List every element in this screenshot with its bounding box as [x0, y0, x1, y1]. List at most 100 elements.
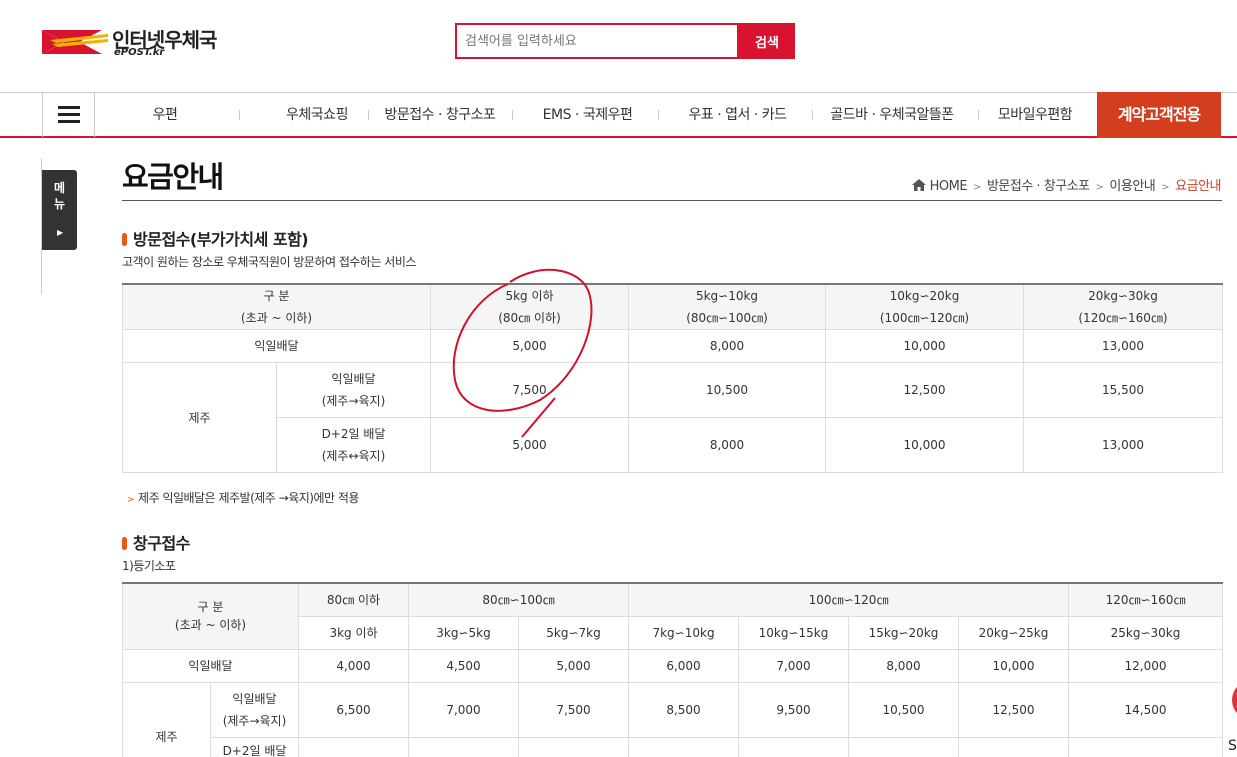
title-divider — [122, 200, 1222, 201]
nav-item-shopping[interactable]: 우체국쇼핑 — [262, 93, 372, 137]
table-cell: 13,000 — [1023, 329, 1223, 363]
table-cell: 14,500 — [1068, 681, 1224, 738]
nav-item-ems[interactable]: EMS · 국제우편 — [530, 93, 645, 137]
nav-item-goldbar[interactable]: 골드바 · 우체국알뜰폰 — [822, 93, 962, 137]
section-subtitle-registered: 1)등기소포 — [122, 559, 176, 573]
search-button[interactable]: 검색 — [739, 23, 795, 59]
table-cell: 7,000 — [738, 648, 850, 683]
bullet-arrow-icon: > — [127, 495, 135, 505]
section-title-visit: 방문접수(부가가치세 포함) — [122, 226, 309, 250]
table-cell: 12,500 — [825, 362, 1024, 418]
table-cell: 10,500 — [848, 681, 960, 738]
floating-button-partial[interactable] — [1232, 680, 1237, 720]
table-cell: 4,000 — [298, 648, 409, 683]
side-menu-label: 메뉴 — [53, 181, 66, 211]
search-box — [455, 23, 739, 59]
row-label-next-day: 익일배달 — [122, 329, 431, 363]
breadcrumb: HOME > 방문접수 · 창구소포 > 이용안내 > 요금안내 — [911, 175, 1221, 194]
table-cell: 7,000 — [408, 681, 519, 738]
table-cell: 8,500 — [628, 681, 740, 738]
header-col-2: 5kg∽10kg (80㎝∽100㎝) — [628, 283, 826, 330]
table-cell: 6,000 — [628, 648, 740, 683]
hamburger-menu-icon[interactable] — [42, 93, 95, 137]
header-category: 구 분 (초과 ~ 이하) — [122, 582, 299, 650]
table-cell: 8,000 — [628, 329, 826, 363]
envelope-logo-icon — [42, 30, 108, 54]
visit-pickup-rate-table: 구 분 (초과 ~ 이하) 5kg 이하 (80㎝ 이하) 5kg∽10kg (80㎝… — [122, 283, 1223, 473]
breadcrumb-current[interactable]: 요금안내 — [1175, 179, 1221, 194]
section-title-counter-text: 창구접수 — [133, 534, 190, 553]
table-cell — [738, 736, 850, 757]
table-cell — [1068, 736, 1224, 757]
header-weight: 10kg∽15kg — [738, 615, 850, 650]
logo-subtitle: ePOST.kr — [114, 47, 165, 58]
table-cell: 13,000 — [1023, 417, 1223, 473]
header-col-1: 5kg 이하 (80㎝ 이하) — [430, 283, 629, 330]
table-cell: 12,500 — [958, 681, 1070, 738]
header-group-4: 120㎝∽160㎝ — [1068, 582, 1224, 617]
section-desc-visit: 고객이 원하는 장소로 우체국직원이 방문하여 접수하는 서비스 — [122, 255, 416, 269]
nav-contract-customer[interactable]: 계약고객전용 — [1097, 92, 1221, 138]
table-cell: 5,000 — [430, 329, 629, 363]
table-cell: 7,500 — [430, 362, 629, 418]
nav-item-stamps[interactable]: 우표 · 엽서 · 카드 — [675, 93, 800, 137]
header-weight: 3kg 이하 — [298, 615, 409, 650]
table-cell: 7,500 — [517, 681, 630, 738]
table-cell: 12,000 — [1068, 648, 1224, 683]
row-label-jeju: 제주 — [122, 681, 211, 757]
header-weight: 7kg∽10kg — [628, 615, 740, 650]
table-cell: 8,000 — [628, 417, 826, 473]
table-cell — [517, 736, 630, 757]
nav-item-visit-pickup[interactable]: 방문접수 · 창구소포 — [376, 93, 504, 137]
header-weight: 15kg∽20kg — [848, 615, 960, 650]
side-menu-tab[interactable]: 메뉴 ▶ — [42, 170, 77, 250]
jeju-note-text: 제주 익일배달은 제주발(제주 →육지)에만 적용 — [138, 491, 359, 505]
table-cell: 10,000 — [958, 648, 1070, 683]
row-label-jeju-next-day: 익일배달 (제주→육지) — [210, 681, 299, 738]
header-weight: 5kg∽7kg — [517, 615, 630, 650]
header-group-3: 100㎝∽120㎝ — [628, 582, 1070, 617]
header-group-1: 80㎝ 이하 — [298, 582, 409, 617]
edge-text: S — [1228, 738, 1237, 754]
header-col-4: 20kg∽30kg (120㎝∽160㎝) — [1023, 283, 1223, 330]
section-title-visit-text: 방문접수(부가가치세 포함) — [133, 230, 309, 249]
row-label-jeju: 제주 — [122, 362, 277, 473]
header-col-3: 10kg∽20kg (100㎝∽120㎝) — [825, 283, 1024, 330]
table-cell — [628, 736, 740, 757]
jeju-note: > 제주 익일배달은 제주발(제주 →육지)에만 적용 — [127, 489, 359, 506]
table-cell: 5,000 — [430, 417, 629, 473]
header-category: 구 분 (초과 ~ 이하) — [122, 283, 431, 330]
section-title-counter: 창구접수 — [122, 530, 190, 554]
row-label-jeju-d2: D+2일 배달 — [210, 736, 299, 757]
counter-rate-table: 구 분 (초과 ~ 이하) 80㎝ 이하 80㎝∽100㎝ 100㎝∽120㎝ 1… — [122, 582, 1224, 757]
table-cell: 4,500 — [408, 648, 519, 683]
header-weight: 3kg∽5kg — [408, 615, 519, 650]
table-cell — [298, 736, 409, 757]
nav-item-mail[interactable]: 우편 — [130, 93, 200, 137]
breadcrumb-visit-pickup[interactable]: 방문접수 · 창구소포 — [987, 179, 1090, 194]
table-cell: 5,000 — [517, 648, 630, 683]
home-icon — [911, 179, 926, 191]
epost-logo[interactable]: 인터넷우체국 ePOST.kr — [42, 24, 242, 64]
table-cell: 9,500 — [738, 681, 850, 738]
table-cell: 8,000 — [848, 648, 960, 683]
page-title: 요금안내 — [122, 160, 224, 194]
chevron-right-icon: > — [1161, 182, 1170, 193]
nav-item-mobile-mailbox[interactable]: 모바일우편함 — [985, 93, 1085, 137]
table-cell: 10,500 — [628, 362, 826, 418]
chevron-right-icon: > — [973, 182, 981, 193]
table-cell — [848, 736, 960, 757]
table-cell — [408, 736, 519, 757]
search-input[interactable] — [457, 25, 737, 57]
table-cell — [958, 736, 1070, 757]
table-cell: 10,000 — [825, 329, 1024, 363]
row-label-next-day: 익일배달 — [122, 648, 299, 683]
breadcrumb-home[interactable]: HOME — [930, 179, 968, 194]
table-cell: 15,500 — [1023, 362, 1223, 418]
header-weight: 25kg∽30kg — [1068, 615, 1224, 650]
breadcrumb-usage-guide[interactable]: 이용안내 — [1109, 179, 1155, 194]
main-navigation: 우편 우체국쇼핑 방문접수 · 창구소포 EMS · 국제우편 우표 · 엽서 … — [0, 92, 1237, 138]
arrow-right-icon: ▶ — [57, 228, 64, 237]
row-label-jeju-next-day: 익일배달 (제주→육지) — [276, 362, 431, 418]
table-cell: 6,500 — [298, 681, 409, 738]
